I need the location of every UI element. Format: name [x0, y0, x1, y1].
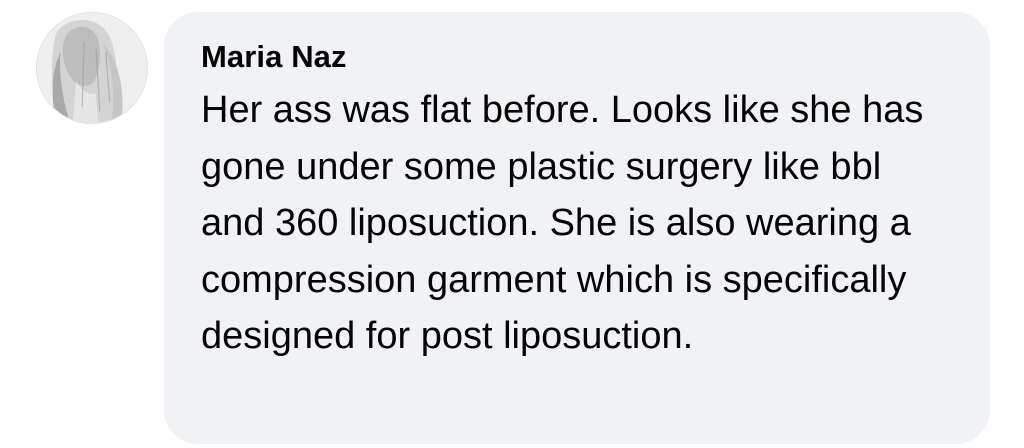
profile-photo-icon — [37, 13, 147, 123]
avatar[interactable] — [36, 12, 148, 124]
comment-author[interactable]: Maria Naz — [201, 38, 954, 76]
comment-text: Her ass was flat before. Looks like she … — [201, 89, 924, 358]
comment: Maria Naz Her ass was flat before. Looks… — [0, 0, 1024, 448]
comment-bubble: Maria Naz Her ass was flat before. Looks… — [164, 12, 990, 444]
